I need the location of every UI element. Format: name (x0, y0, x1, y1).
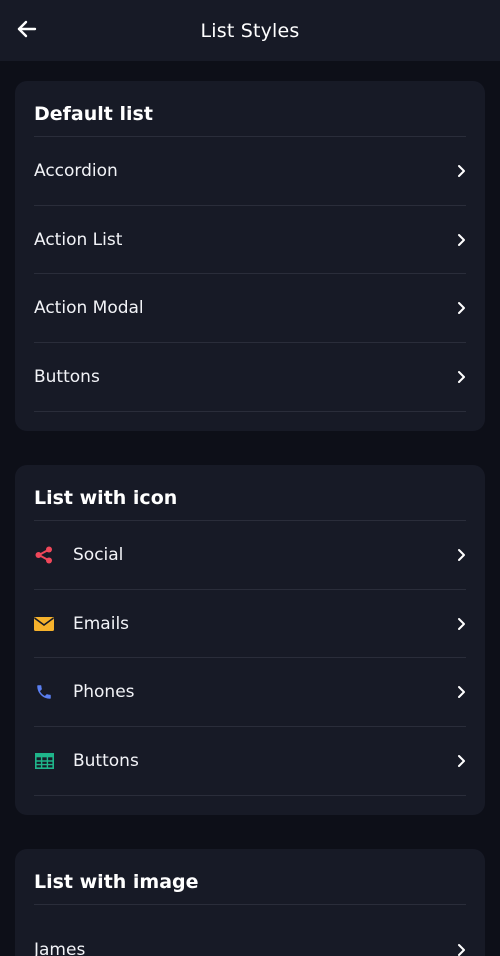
list-item-phones[interactable]: Phones (34, 658, 466, 728)
list-item-label: James (34, 939, 86, 956)
list-item-social[interactable]: Social (34, 521, 466, 590)
list-item-label: Social (73, 544, 124, 565)
list-item-action-modal[interactable]: Action Modal (34, 274, 466, 344)
list-item-label: Accordion (34, 160, 118, 181)
app-header: List Styles (0, 0, 500, 61)
chevron-right-icon (454, 164, 466, 178)
table-icon (34, 751, 54, 771)
page-title: List Styles (200, 19, 300, 42)
chevron-right-icon (454, 754, 466, 768)
list-item-label: Buttons (34, 366, 100, 387)
chevron-right-icon (454, 301, 466, 315)
back-button[interactable] (12, 14, 42, 44)
list-item-label: Buttons (73, 750, 139, 771)
list-item-emails[interactable]: Emails (34, 590, 466, 659)
arrow-left-icon (17, 20, 37, 38)
chevron-right-icon (454, 548, 466, 562)
icon-list-card: List with icon Social Emails Phones Butt… (15, 465, 485, 815)
chevron-right-icon (454, 370, 466, 384)
image-list-card: List with image James (15, 849, 485, 956)
section-title: List with image (34, 849, 466, 905)
chevron-right-icon (454, 685, 466, 699)
list-item-buttons-icon[interactable]: Buttons (34, 727, 466, 796)
list-item-label: Emails (73, 613, 130, 634)
default-list-card: Default list Accordion Action List Actio… (15, 81, 485, 431)
list-item-james[interactable]: James (34, 905, 466, 956)
section-title: Default list (34, 81, 466, 137)
list-item-accordion[interactable]: Accordion (34, 137, 466, 206)
list-item-label: Phones (73, 682, 135, 703)
share-icon (34, 545, 54, 565)
envelope-icon (34, 614, 54, 634)
phone-icon (34, 682, 54, 702)
chevron-right-icon (454, 943, 466, 956)
list-item-label: Action Modal (34, 298, 144, 319)
list-item-buttons[interactable]: Buttons (34, 343, 466, 412)
chevron-right-icon (454, 617, 466, 631)
section-title: List with icon (34, 465, 466, 521)
list-item-action-list[interactable]: Action List (34, 206, 466, 275)
list-item-label: Action List (34, 229, 123, 250)
chevron-right-icon (454, 233, 466, 247)
